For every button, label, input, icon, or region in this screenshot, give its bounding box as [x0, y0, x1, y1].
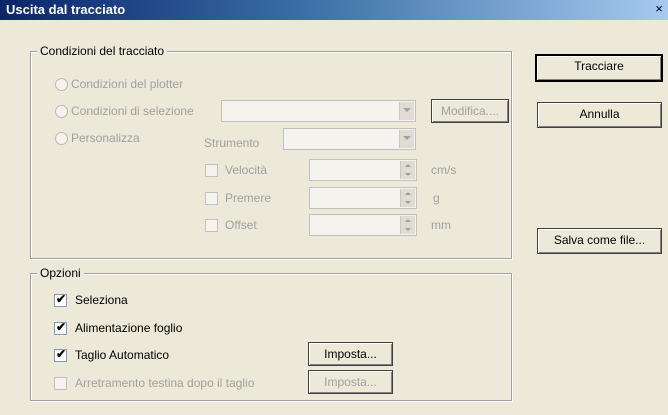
radio-plotter-label: Condizioni del plotter — [71, 77, 184, 91]
check-icon: ✔ — [56, 320, 67, 334]
radio-custom[interactable]: Personalizza — [55, 131, 175, 147]
conditions-legend: Condizioni del tracciato — [37, 44, 168, 58]
modify-button[interactable]: Modifica.... — [431, 99, 509, 123]
radio-selection-label: Condizioni di selezione — [71, 104, 194, 118]
spin-arrows-icon[interactable] — [400, 161, 415, 179]
radio-plotter-conditions[interactable]: Condizioni del plotter — [55, 77, 215, 93]
plot-button[interactable]: Tracciare — [535, 54, 663, 82]
check-icon: ✔ — [56, 292, 67, 306]
radio-custom-label: Personalizza — [71, 131, 140, 145]
conditions-group: Condizioni del tracciato Condizioni del … — [30, 44, 512, 259]
plot-output-dialog: Uscita dal tracciato × Condizioni del tr… — [0, 0, 668, 415]
pressure-label: Premere — [225, 191, 272, 205]
check-icon: ✔ — [56, 347, 67, 361]
spin-arrows-icon[interactable] — [400, 216, 415, 234]
pressure-spinner[interactable] — [309, 187, 417, 209]
options-group: Opzioni ✔ Seleziona ✔ Alimentazione fogl… — [30, 266, 512, 401]
chevron-down-icon[interactable] — [399, 130, 414, 148]
pressure-unit: g — [433, 191, 440, 205]
speed-checkbox[interactable] — [205, 164, 218, 177]
window-title: Uscita dal tracciato — [6, 2, 126, 17]
options-legend: Opzioni — [37, 266, 84, 280]
save-as-file-button[interactable]: Salva come file... — [537, 228, 662, 254]
title-bar[interactable]: Uscita dal tracciato × — [0, 0, 668, 20]
pressure-checkbox[interactable] — [205, 192, 218, 205]
speed-label: Velocità — [225, 163, 268, 177]
autocut-setup-button[interactable]: Imposta... — [308, 342, 393, 366]
offset-spinner[interactable] — [309, 214, 417, 236]
retract-setup-button[interactable]: Imposta... — [308, 370, 393, 394]
select-checkbox[interactable]: ✔ — [54, 292, 67, 307]
autocut-label: Taglio Automatico — [75, 348, 170, 362]
radio-selection-conditions[interactable]: Condizioni di selezione — [55, 104, 225, 120]
select-label: Seleziona — [75, 293, 128, 307]
radio-icon — [55, 78, 68, 91]
offset-checkbox[interactable] — [205, 219, 218, 232]
offset-label: Offset — [225, 218, 257, 232]
feed-label: Alimentazione foglio — [75, 321, 183, 335]
speed-spinner[interactable] — [309, 159, 417, 181]
feed-checkbox[interactable]: ✔ — [54, 320, 67, 335]
tool-dropdown[interactable] — [283, 128, 416, 150]
radio-icon — [55, 105, 68, 118]
retract-label: Arretramento testina dopo il taglio — [75, 376, 255, 390]
offset-unit: mm — [431, 218, 451, 232]
retract-checkbox[interactable] — [54, 377, 67, 390]
selection-conditions-dropdown[interactable] — [221, 100, 416, 122]
speed-unit: cm/s — [431, 163, 457, 177]
chevron-down-icon[interactable] — [399, 102, 414, 120]
close-icon[interactable]: × — [652, 1, 666, 16]
radio-icon — [55, 132, 68, 145]
tool-label: Strumento — [204, 136, 260, 150]
autocut-checkbox[interactable]: ✔ — [54, 347, 67, 362]
cancel-button[interactable]: Annulla — [537, 102, 662, 128]
spin-arrows-icon[interactable] — [400, 189, 415, 207]
